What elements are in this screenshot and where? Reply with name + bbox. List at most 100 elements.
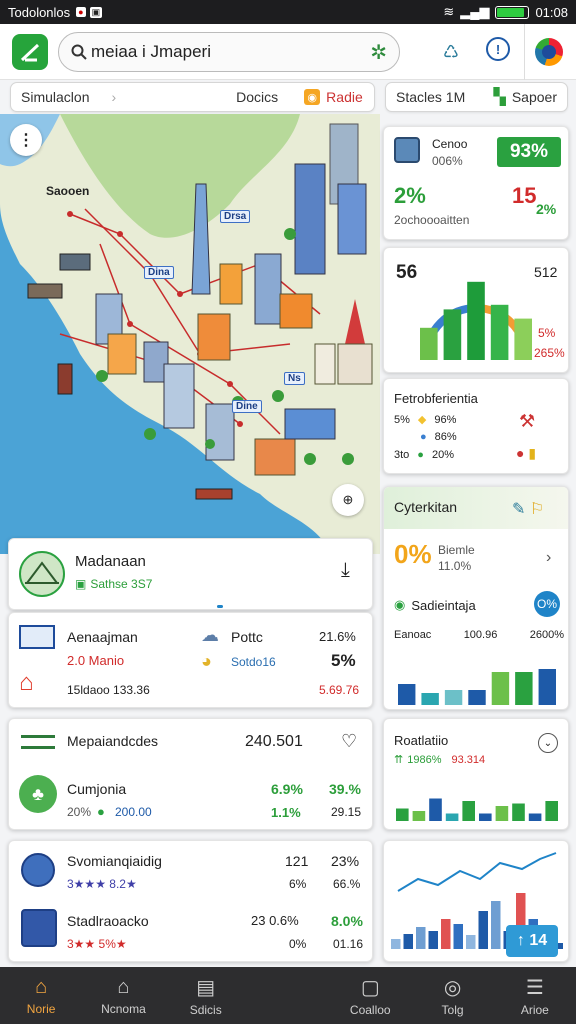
chart-bar [398, 684, 416, 705]
map-tag[interactable]: Dina [144, 266, 174, 279]
rank-r1-stars: 3★★★ 8.2★ [67, 877, 137, 891]
nav-label: Arioe [520, 1002, 549, 1017]
tree-icon: ♣ [19, 775, 57, 813]
nav-cart[interactable]: ▢ Coalloo [329, 967, 411, 1024]
gauge-card[interactable]: 56 512 5% 265% [383, 247, 569, 373]
map-locate-icon[interactable]: ⊕ [332, 484, 364, 516]
cart-icon: ▢ [360, 976, 380, 999]
chart-bar [467, 281, 485, 360]
profile-avatar[interactable] [535, 38, 563, 66]
rank-r2-title: Stadlraoacko [67, 913, 149, 929]
rank-r2-d: 01.16 [333, 937, 364, 951]
radio-icon: ◉ [304, 89, 321, 105]
finance-pct: 20% [67, 805, 92, 819]
cyber-pct: 0% [394, 539, 432, 569]
trend-card[interactable]: ↑ 14 [383, 840, 569, 962]
rank-box-icon [21, 909, 57, 947]
stat-card-sub: 006% [432, 154, 463, 168]
finance-card[interactable]: Mepaiandcdes 240.501 ♡ ♣ Cumjonia 6.9% 3… [8, 718, 373, 830]
chart-bar [528, 813, 542, 821]
chart-bar [468, 690, 486, 705]
chevron-right-icon[interactable]: › [546, 549, 551, 567]
heart-icon[interactable]: ♡ [341, 731, 357, 752]
stat-left-value: 2% [394, 183, 426, 208]
search-bar[interactable]: meiaa i Jmaperi ✲ [58, 32, 400, 72]
legend-title: Fetrobferientia [394, 391, 478, 406]
nav-docs[interactable]: ▤ Sdicis [165, 967, 247, 1024]
gauge-pct-a: 5% [538, 326, 556, 340]
bottom-nav: ⌂ Norie ⌂ Ncnoma ▤ Sdicis ▢ Coalloo ◎ To… [0, 967, 576, 1024]
legend-card[interactable]: Fetrobferientia 5% ◆ 96% ● 86% 3to ● 20%… [383, 378, 569, 474]
finance-g1: 6.9% [271, 781, 303, 797]
tab-radio[interactable]: Radie [326, 89, 363, 105]
radar-title: Roatlatiio [394, 733, 449, 748]
radar-card[interactable]: Roatlatiio ⌄ ⇈ 1986% 93.314 [383, 718, 569, 830]
chart-bar [545, 801, 558, 821]
legend-row: 3to ● 20% [394, 449, 454, 461]
radar-sub: 1986% [407, 753, 442, 766]
signal-icon: ▂▄▆ [460, 4, 490, 19]
settings-gear-icon[interactable]: ✲ [370, 40, 387, 65]
sub-toolbar: Simulaclon › Docics ◉ Radie Stacles 1M ▚… [0, 80, 576, 114]
search-input[interactable]: meiaa i Jmaperi [91, 42, 211, 62]
finance-title: Mepaiandcdes [67, 733, 159, 749]
tab-sapoer[interactable]: Sapoer [512, 89, 557, 105]
tab-simulation[interactable]: Simulaclon [21, 89, 89, 105]
nav-globe[interactable]: ◎ Tolg [411, 967, 493, 1024]
app-logo-icon[interactable] [12, 34, 48, 70]
radar-chip: 93.314 [451, 753, 486, 766]
tab-docks[interactable]: Docics [236, 89, 278, 105]
city-card[interactable]: Madanaan ▣ Sathse 3S7 ⤓ [8, 538, 373, 610]
chart-bar [538, 669, 556, 705]
stats-r3-right: 5.69.76 [319, 683, 360, 697]
diamond-icon: ◆ [417, 414, 427, 426]
nav-bank[interactable]: ⌂ Ncnoma [82, 967, 164, 1024]
navigate-icon[interactable]: ⤓ [341, 559, 350, 582]
map-tag[interactable]: Dine [232, 400, 262, 413]
cyber-row: Eanoac 100.96 2600% [394, 629, 564, 641]
stats-card[interactable]: Aenaajman ☁ Pottc 21.6% 2.0 Manio ◕ Sotd… [8, 612, 373, 708]
stacks-toolbar: Stacles 1M ▚ Sapoer [385, 82, 568, 112]
stat-card-cenoo[interactable]: Cenoo 006% 93% 2% 15 2% 2ochoooaitten [383, 126, 569, 240]
finance-value: 240.501 [245, 733, 303, 750]
chart-bar [491, 672, 510, 705]
info-icon[interactable]: ! [486, 37, 510, 61]
finance-amount: 200.00 [115, 805, 152, 819]
trend-badge[interactable]: ↑ 14 [506, 925, 558, 957]
status-time: 01:08 [535, 4, 568, 20]
stats-r2-mid: Sotdo16 [231, 655, 276, 669]
bridge-small-icon [21, 735, 55, 749]
finance-g2: 39.% [329, 781, 361, 797]
map-tag[interactable]: Ns [284, 372, 305, 385]
map-more-icon[interactable]: ⋮ [10, 124, 42, 156]
radar-sub-row: ⇈ 1986% 93.314 [394, 753, 486, 767]
chart-bar [420, 327, 438, 360]
nav-menu[interactable]: ☰ Arioe [494, 967, 576, 1024]
battery-icon [495, 5, 530, 19]
nav-home[interactable]: ⌂ Norie [0, 967, 82, 1024]
coin-icon: ◕ [201, 651, 212, 671]
cyber-sub1: Biemle [438, 543, 475, 557]
rank-badge-icon [21, 853, 55, 887]
nav-label: Tolg [441, 1002, 464, 1017]
stats-r1-right: 21.6% [319, 629, 356, 644]
chart-bar [515, 672, 533, 705]
stats-r1-left: Aenaajman [67, 629, 138, 645]
recycle-icon[interactable]: ♺ [436, 37, 466, 67]
stat-badge: 93% [497, 137, 561, 167]
chart-bar [416, 927, 426, 949]
status-left-text: Todolonlos [8, 4, 71, 20]
rank-card[interactable]: Svomianqiaidig 121 23% 3★★★ 8.2★ 6% 66.%… [8, 840, 373, 962]
tab-stacks[interactable]: Stacles 1M [396, 89, 465, 105]
rank-r1-c: 6% [289, 877, 307, 891]
city-map[interactable]: ⋮ Saooen Drsa Dina Ns Dine ⊕ [0, 114, 380, 554]
rank-r2-stars: 3★★ 5%★ [67, 937, 127, 951]
cyber-section-badge: O% [534, 591, 560, 617]
chart-bar [495, 806, 509, 821]
divider [524, 24, 525, 80]
dropdown-icon[interactable]: ⌄ [538, 733, 558, 753]
map-tag[interactable]: Drsa [220, 210, 251, 223]
cyber-card[interactable]: Cyterkitan ✎ ⚐ 0% Biemle 11.0% › ◉ Sadie… [383, 486, 569, 710]
nav-label: Ncnoma [101, 1001, 146, 1016]
